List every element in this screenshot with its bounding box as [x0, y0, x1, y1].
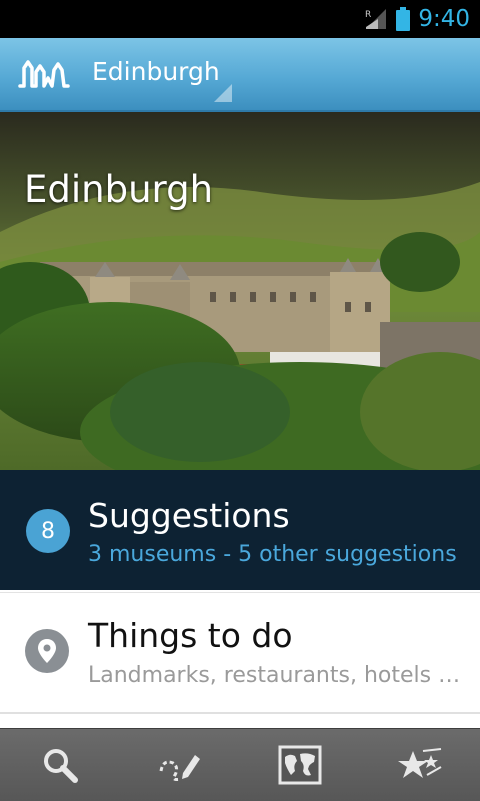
- city-spinner-label: Edinburgh: [92, 57, 220, 86]
- battery-icon: [396, 7, 411, 31]
- world-map-button[interactable]: [240, 729, 360, 801]
- search-icon: [44, 749, 78, 783]
- suggestions-count-badge: 8: [26, 509, 70, 553]
- clock: 9:40: [418, 6, 470, 32]
- svg-text:R: R: [365, 10, 371, 20]
- favorites-stars-icon: [398, 748, 442, 778]
- bottom-toolbar: [0, 728, 480, 801]
- spinner-triangle-icon: [214, 84, 232, 102]
- hero-title: Edinburgh: [24, 168, 214, 211]
- things-to-do-title: Things to do: [88, 616, 293, 655]
- favorites-button[interactable]: [360, 729, 480, 801]
- search-button[interactable]: [0, 729, 120, 801]
- hero-image: Edinburgh: [0, 112, 480, 470]
- things-to-do-subtitle: Landmarks, restaurants, hotels …: [88, 663, 461, 688]
- world-map-icon: [278, 745, 322, 785]
- draw-route-icon: [159, 755, 200, 781]
- suggestions-title: Suggestions: [88, 496, 290, 535]
- location-pin-icon: [25, 629, 69, 673]
- city-skyline-logo-icon[interactable]: [18, 56, 70, 92]
- suggestions-subtitle: 3 museums - 5 other suggestions: [88, 542, 457, 567]
- list-divider: [0, 712, 480, 714]
- city-spinner[interactable]: Edinburgh: [92, 38, 236, 110]
- action-bar: Edinburgh: [0, 38, 480, 112]
- draw-route-button[interactable]: [120, 729, 240, 801]
- signal-roaming-icon: R: [364, 7, 388, 31]
- status-bar: R 9:40: [0, 0, 480, 38]
